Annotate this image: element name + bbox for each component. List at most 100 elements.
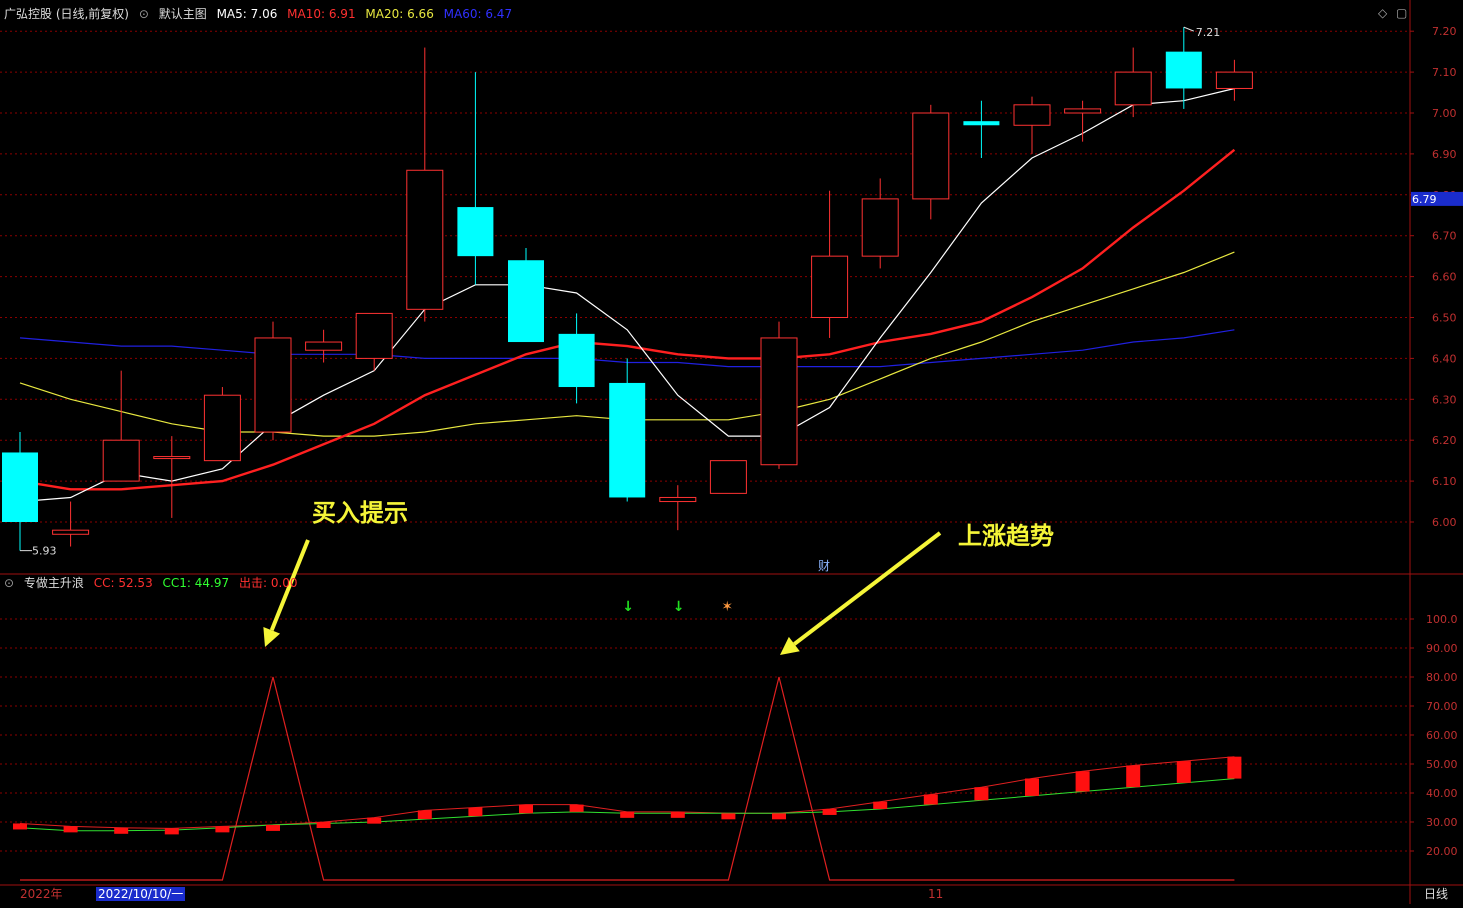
indicator-tick-label: 50.00: [1426, 758, 1458, 771]
indicator-tick-label: 30.00: [1426, 816, 1458, 829]
price-tick-label: 6.30: [1432, 393, 1457, 406]
cc-bar: [1176, 761, 1191, 783]
down-arrow-icon: ↓: [622, 599, 634, 615]
uptrend-arrow-head: [780, 636, 800, 655]
chevron-down-icon[interactable]: ⊙: [4, 576, 14, 590]
indicator-tick-label: 20.00: [1426, 845, 1458, 858]
annotation-arrows: [263, 531, 942, 655]
runner-icon: ✶: [721, 599, 733, 615]
cc-bar: [114, 827, 129, 834]
candle-body-up: [406, 169, 444, 310]
indicator-tick-label: 70.00: [1426, 700, 1458, 713]
candle-body-up: [1215, 71, 1253, 89]
finance-marker[interactable]: 财: [818, 559, 830, 573]
cc1-line: [19, 778, 1235, 832]
cc-bar: [1227, 756, 1242, 779]
candle-body-up: [760, 337, 798, 466]
indicator-tick-label: 100.0: [1426, 613, 1458, 626]
cc-bar: [164, 828, 179, 835]
settings-circle-icon[interactable]: ⊙: [139, 7, 149, 21]
cc-bar: [873, 801, 888, 809]
candle: [558, 313, 595, 404]
candle-body-up: [659, 496, 697, 503]
cc-bar: [772, 813, 786, 820]
candle-body-up: [305, 341, 343, 351]
candle-body-up: [861, 198, 899, 257]
candle: [861, 178, 899, 269]
month-label: 11: [928, 887, 944, 901]
candle-body-up: [102, 439, 140, 482]
indicator-tick-label: 40.00: [1426, 787, 1458, 800]
exit-signal-line: [20, 676, 1235, 881]
cc-bar: [1126, 765, 1141, 788]
cc-bar: [13, 823, 27, 830]
candle-body-up: [1013, 104, 1051, 126]
candle: [508, 247, 544, 343]
candle-body-up: [1114, 71, 1152, 106]
chart-canvas[interactable]: ↓↓✶ 7.207.107.006.906.806.706.606.506.40…: [0, 0, 1463, 904]
cc-bar: [215, 826, 230, 833]
candle: [1013, 96, 1051, 154]
cc-bar: [923, 794, 938, 805]
cc-bar: [721, 813, 736, 820]
stock-name[interactable]: 广弘控股 (日线,前复权): [4, 7, 129, 21]
cc-bar: [367, 817, 382, 824]
candle: [203, 387, 241, 462]
cc-bar: [468, 807, 483, 817]
price-tick-label: 7.20: [1432, 25, 1457, 38]
candle: [760, 321, 798, 469]
indicator-tick-label: 90.00: [1426, 642, 1458, 655]
main-chart-label[interactable]: 默认主图: [159, 7, 207, 21]
candle: [457, 72, 494, 285]
cc-bar: [519, 804, 533, 814]
window-toggle-icon[interactable]: ▢: [1396, 6, 1407, 20]
chart-stage: ↓↓✶ 7.207.107.006.906.806.706.606.506.40…: [0, 0, 1463, 904]
price-tick-label: 6.00: [1432, 516, 1457, 529]
indicator-name[interactable]: 专做主升浪: [24, 576, 84, 590]
candle: [609, 358, 646, 502]
candle: [305, 329, 343, 363]
diamond-icon[interactable]: ◇: [1378, 6, 1387, 20]
cc-bar: [670, 811, 685, 818]
price-tick-label: 6.60: [1432, 271, 1457, 284]
cc-bar: [316, 822, 331, 828]
price-tick-label: 6.40: [1432, 352, 1457, 365]
candle-body-up: [203, 394, 241, 462]
low-marker-label: 5.93: [32, 545, 57, 558]
candle-body-up: [153, 456, 191, 460]
price-tick-label: 7.10: [1432, 66, 1457, 79]
cursor-date: 2022/10/10/一: [96, 887, 186, 901]
candle: [659, 485, 697, 531]
ma60-label: MA60: 6.47: [443, 7, 513, 21]
exit-label: 出击: 0.00: [238, 576, 298, 590]
candle: [1215, 59, 1253, 101]
candle-body-up: [1064, 108, 1102, 114]
cc-bar: [417, 810, 432, 820]
candle: [709, 460, 747, 494]
indicator-marks: ↓ ↓ ✶: [13, 599, 1242, 881]
candle: [963, 100, 1000, 158]
year-label: 2022年: [20, 887, 63, 901]
candle: [355, 312, 393, 371]
main-header: 广弘控股 (日线,前复权) ⊙ 默认主图 MA5: 7.06 MA10: 6.9…: [4, 7, 518, 21]
cc-bar: [620, 811, 635, 818]
cc-bar: [1025, 778, 1039, 796]
down-arrow-icon: ↓: [673, 599, 685, 615]
candle-body-down: [558, 333, 595, 388]
cc-bar: [822, 808, 837, 815]
candle-body-down: [457, 207, 494, 257]
cc-label: CC: 52.53: [93, 576, 153, 590]
current-price-label: 6.79: [1412, 193, 1437, 206]
period-label[interactable]: 日线: [1424, 887, 1448, 901]
candle: [912, 104, 950, 220]
candle-body-up: [355, 312, 393, 359]
candle: [811, 190, 849, 338]
high-marker-line: [1183, 26, 1194, 32]
candle-body-up: [912, 112, 950, 200]
candle-body-down: [609, 382, 646, 498]
candle: [1064, 100, 1102, 142]
buy-hint-annotation: 买入提示: [312, 499, 408, 527]
candle: [1165, 27, 1202, 109]
candle: [153, 436, 191, 518]
candle-body-down: [508, 260, 544, 343]
